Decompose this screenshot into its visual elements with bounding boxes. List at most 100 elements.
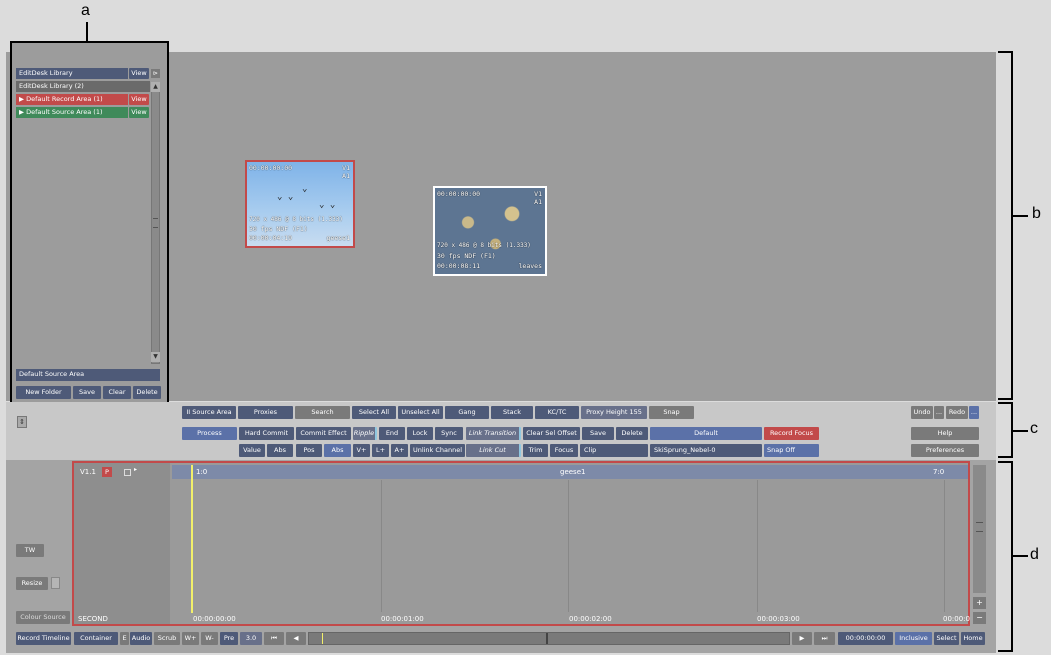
timeline-clip-name: geese1 (560, 468, 586, 476)
pre-value-field[interactable]: 3.0 (240, 632, 262, 645)
clip-framerate: 30 fps NDF (F1) (249, 225, 308, 233)
clip-resolution: 720 x 486 @ 8 bits (1.333) (437, 242, 531, 249)
clip-select[interactable]: Clip (580, 444, 648, 457)
pos-button[interactable]: Pos (296, 444, 322, 457)
scrubber-center-mark (546, 633, 548, 644)
redo-button[interactable]: Redo (946, 406, 968, 419)
timeline-clip-start: 1:0 (196, 468, 208, 476)
go-to-end-icon[interactable]: ⏭ (814, 632, 835, 645)
library-scroll-grip-icon[interactable] (153, 218, 158, 228)
link-cut-button[interactable]: Link Cut (466, 444, 521, 457)
w-minus-button[interactable]: W- (201, 632, 218, 645)
position-scrubber[interactable] (308, 632, 790, 645)
end-button[interactable]: End (379, 427, 405, 440)
library-scroll-down-icon[interactable]: ▼ (151, 352, 160, 362)
snap-button[interactable]: Snap (649, 406, 694, 419)
library-item-record-area[interactable]: ▶ Default Record Area (1) (16, 94, 128, 105)
focus-button[interactable]: Focus (550, 444, 578, 457)
library-sub[interactable]: EditDesk Library (2) (16, 81, 150, 92)
ripple-button[interactable]: Ripple (353, 427, 377, 440)
timeline-vscroll-grip-icon[interactable] (976, 522, 983, 532)
snap-off-button[interactable]: Snap Off (764, 444, 819, 457)
toolbar-lock-icon[interactable]: ⇕ (17, 416, 27, 428)
container-button[interactable]: Container (74, 632, 118, 645)
undo-button[interactable]: Undo (911, 406, 933, 419)
pre-button[interactable]: Pre (220, 632, 238, 645)
timeline-panel[interactable] (72, 461, 970, 626)
link-transition-button[interactable]: Link Transition (466, 427, 521, 440)
proxy-height-field[interactable]: Proxy Height 155 (581, 406, 647, 419)
library-scroll-up-icon[interactable]: ▲ (151, 82, 160, 92)
proxies-button[interactable]: Proxies (238, 406, 293, 419)
l-plus-button[interactable]: L+ (372, 444, 389, 457)
clip-thumbnail-leaves[interactable]: 00:00:00:00 V1 A1 720 x 486 @ 8 bits (1.… (433, 186, 547, 276)
help-button[interactable]: Help (911, 427, 979, 440)
clip-name-field[interactable]: SkiSprung_Nebel-0 (650, 444, 762, 457)
kc-tc-button[interactable]: KC/TC (535, 406, 579, 419)
timecode-field[interactable]: 00:00:00:00 (838, 632, 893, 645)
new-folder-button[interactable]: New Folder (16, 386, 71, 399)
default-preset-select[interactable]: Default (650, 427, 762, 440)
clip-track: V1 (534, 190, 542, 198)
stack-button[interactable]: Stack (491, 406, 533, 419)
library-item-record-view[interactable]: View (129, 94, 149, 105)
record-focus-button[interactable]: Record Focus (764, 427, 819, 440)
resize-toggle-icon[interactable] (51, 577, 60, 589)
value-button[interactable]: Value (239, 444, 265, 457)
unlink-channel-button[interactable]: Unlink Channel (410, 444, 465, 457)
select-button[interactable]: Select (934, 632, 959, 645)
clip-timecode: 00:00:00:00 (249, 164, 293, 172)
timeline-grid-line (568, 480, 569, 612)
resize-button[interactable]: Resize (16, 577, 48, 590)
track-header (74, 463, 170, 624)
value-abs-button[interactable]: Abs (267, 444, 293, 457)
process-button[interactable]: Process (182, 427, 237, 440)
library-header[interactable]: EditDesk Library (16, 68, 128, 79)
w-plus-button[interactable]: W+ (182, 632, 199, 645)
clear-sel-offset-button[interactable]: Clear Sel Offset (523, 427, 580, 440)
zoom-in-icon[interactable]: + (973, 597, 986, 609)
gang-button[interactable]: Gang (445, 406, 489, 419)
zoom-out-icon[interactable]: − (973, 612, 986, 624)
source-area-button[interactable]: II Source Area (182, 406, 236, 419)
sync-button[interactable]: Sync (435, 427, 463, 440)
undo-list-button[interactable]: ... (934, 406, 944, 419)
commit-effect-button[interactable]: Commit Effect (296, 427, 351, 440)
library-view-button[interactable]: View (129, 68, 149, 79)
e-button[interactable]: E (120, 632, 129, 645)
toolbar-delete-button[interactable]: Delete (616, 427, 648, 440)
playhead[interactable] (191, 465, 193, 613)
unselect-all-button[interactable]: Unselect All (398, 406, 443, 419)
library-item-source-area[interactable]: ▶ Default Source Area (1) (16, 107, 128, 118)
primary-track-badge[interactable]: P (102, 467, 112, 477)
inclusive-button[interactable]: Inclusive (895, 632, 932, 645)
redo-list-button[interactable]: ... (969, 406, 979, 419)
search-button[interactable]: Search (295, 406, 350, 419)
library-save-button[interactable]: Save (73, 386, 101, 399)
toolbar-save-button[interactable]: Save (582, 427, 614, 440)
library-item-source-view[interactable]: View (129, 107, 149, 118)
clip-thumbnail-geese[interactable]: 00:00:00:00 V1 A1 ⌄ ⌄ ⌄ ⌄ ⌄ 720 x 486 @ … (245, 160, 355, 248)
library-clear-button[interactable]: Clear (103, 386, 131, 399)
a-plus-button[interactable]: A+ (391, 444, 408, 457)
trim-button[interactable]: Trim (523, 444, 548, 457)
pos-abs-button[interactable]: Abs (324, 444, 351, 457)
track-expand-icon[interactable]: ▸ (134, 466, 137, 473)
lock-button[interactable]: Lock (407, 427, 433, 440)
track-toggle-icon[interactable] (124, 469, 131, 476)
step-forward-icon[interactable]: ▶ (792, 632, 812, 645)
record-timeline-button[interactable]: Record Timeline (16, 632, 71, 645)
go-to-start-icon[interactable]: ⏮ (264, 632, 284, 645)
library-delete-button[interactable]: Delete (133, 386, 161, 399)
colour-source-button[interactable]: Colour Source (16, 611, 70, 624)
audio-button[interactable]: Audio (130, 632, 152, 645)
tw-button[interactable]: TW (16, 544, 44, 557)
preferences-button[interactable]: Preferences (911, 444, 979, 457)
hard-commit-button[interactable]: Hard Commit (239, 427, 294, 440)
home-button[interactable]: Home (961, 632, 985, 645)
v-plus-button[interactable]: V+ (353, 444, 370, 457)
library-collapse-icon[interactable]: ⊳ (151, 69, 160, 78)
step-back-icon[interactable]: ◀ (286, 632, 306, 645)
select-all-button[interactable]: Select All (352, 406, 396, 419)
scrub-button[interactable]: Scrub (154, 632, 180, 645)
